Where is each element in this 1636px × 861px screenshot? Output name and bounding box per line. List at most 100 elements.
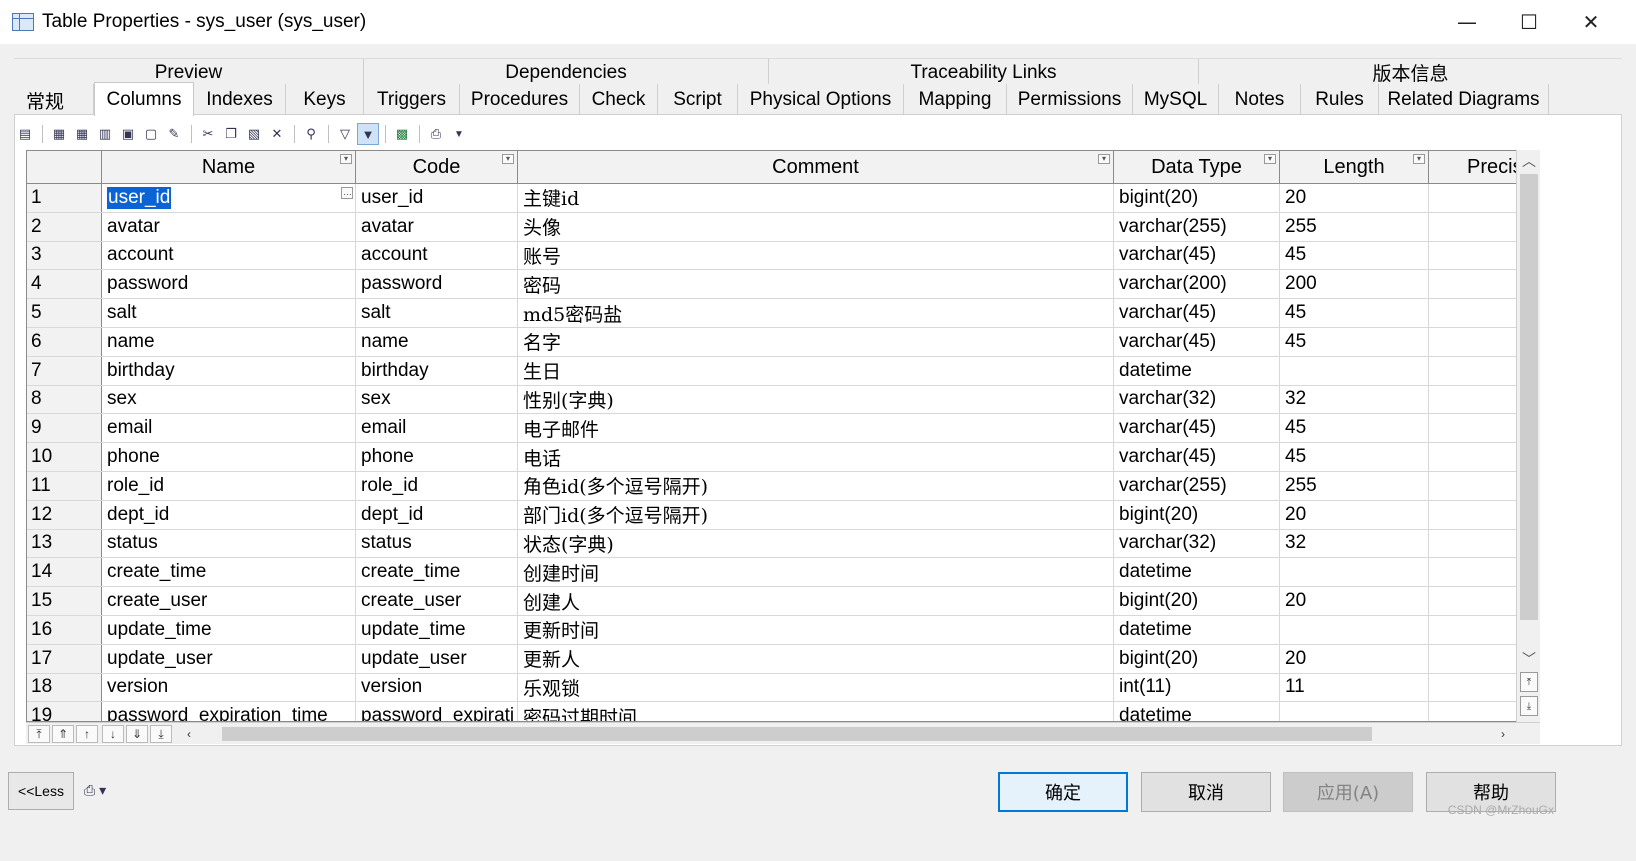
length-cell[interactable]: 45 <box>1280 443 1429 471</box>
horizontal-scroll-thumb[interactable] <box>222 727 1372 741</box>
tab-physical-options[interactable]: Physical Options <box>738 84 904 116</box>
tab-traceability-links[interactable]: Traceability Links <box>769 58 1199 86</box>
length-cell[interactable]: 255 <box>1280 471 1429 500</box>
ellipsis-edit-icon[interactable]: … <box>341 187 353 199</box>
table-row[interactable]: 18 version version 乐观锁 int(11) 11 <box>27 673 1539 703</box>
excel-export-icon[interactable]: ▩ <box>391 123 413 145</box>
table-row[interactable]: 17 update_user update_user 更新人 bigint(20) 20 <box>27 644 1539 674</box>
name-cell[interactable]: update_time <box>102 615 356 644</box>
name-cell[interactable]: avatar <box>102 212 356 241</box>
apply-button[interactable]: 应用(A) <box>1283 772 1413 812</box>
data-type-cell[interactable]: bigint(20) <box>1114 644 1280 673</box>
length-cell[interactable] <box>1280 558 1429 587</box>
data-type-cell[interactable]: datetime <box>1114 356 1280 385</box>
code-cell[interactable]: avatar <box>356 212 518 241</box>
name-cell[interactable]: status <box>102 529 356 558</box>
comment-cell[interactable]: 创建人 <box>518 587 1114 615</box>
data-type-cell[interactable]: varchar(45) <box>1114 327 1280 356</box>
length-cell[interactable]: 20 <box>1280 500 1429 529</box>
comment-cell[interactable]: 性别(字典) <box>518 385 1114 414</box>
code-cell[interactable]: salt <box>356 299 518 327</box>
comment-cell[interactable]: 更新人 <box>518 644 1114 673</box>
table-row[interactable]: 6 name name 名字 varchar(45) 45 <box>27 327 1539 357</box>
table-row[interactable]: 5 salt salt md5密码盐 varchar(45) 45 <box>27 299 1539 328</box>
filter-icon[interactable]: ▽ <box>334 123 356 145</box>
length-cell[interactable] <box>1280 702 1429 721</box>
tab-keys[interactable]: Keys <box>286 84 364 116</box>
comment-cell[interactable]: 角色id(多个逗号隔开) <box>518 471 1114 500</box>
cancel-button[interactable]: 取消 <box>1141 772 1271 812</box>
table-row[interactable]: 8 sex sex 性别(字典) varchar(32) 32 <box>27 385 1539 415</box>
length-cell[interactable]: 45 <box>1280 327 1429 356</box>
table-row[interactable]: 19 password_expiration_time password_expir… <box>27 702 1539 721</box>
code-cell[interactable]: version <box>356 673 518 702</box>
comment-cell[interactable]: 状态(字典) <box>518 529 1114 558</box>
code-cell[interactable]: email <box>356 414 518 443</box>
name-cell[interactable]: version <box>102 673 356 702</box>
move-top-icon[interactable]: ⤒ <box>1520 672 1538 692</box>
name-cell[interactable]: salt <box>102 299 356 327</box>
filter-dropdown-icon[interactable]: ▾ <box>1098 154 1110 164</box>
cut-icon[interactable]: ✂ <box>197 123 219 145</box>
table-row[interactable]: 1 user_id … user_id 主键id bigint(20) 20 <box>27 184 1539 213</box>
code-cell[interactable]: sex <box>356 385 518 414</box>
tab-indexes[interactable]: Indexes <box>194 84 286 116</box>
length-cell[interactable]: 20 <box>1280 184 1429 212</box>
tab-mysql[interactable]: MySQL <box>1133 84 1219 116</box>
filter-dropdown-icon[interactable]: ▾ <box>1264 154 1276 164</box>
tab-check[interactable]: Check <box>580 84 658 116</box>
print-icon[interactable]: ⎙ <box>425 123 447 145</box>
name-cell[interactable]: name <box>102 327 356 356</box>
tab-triggers[interactable]: Triggers <box>364 84 460 116</box>
scroll-right-icon[interactable]: › <box>1492 725 1514 743</box>
name-cell[interactable]: create_time <box>102 558 356 587</box>
tab-permissions[interactable]: Permissions <box>1007 84 1133 116</box>
scroll-down-icon[interactable]: ﹀ <box>1517 648 1541 670</box>
data-type-cell[interactable]: int(11) <box>1114 673 1280 702</box>
move-down-icon[interactable]: ↓ <box>102 725 124 743</box>
maximize-button[interactable]: ☐ <box>1498 0 1560 44</box>
code-cell[interactable]: user_id <box>356 184 518 212</box>
data-type-cell[interactable]: varchar(45) <box>1114 241 1280 270</box>
tab-general[interactable]: 常规 <box>14 84 94 116</box>
name-cell[interactable]: role_id <box>102 471 356 500</box>
comment-cell[interactable]: 主键id <box>518 184 1114 212</box>
comment-cell[interactable]: 电子邮件 <box>518 414 1114 443</box>
tab-script[interactable]: Script <box>658 84 738 116</box>
header-data-type[interactable]: Data Type ▾ <box>1114 151 1280 184</box>
comment-cell[interactable]: 乐观锁 <box>518 673 1114 702</box>
filter-dropdown-icon[interactable]: ▾ <box>502 154 514 164</box>
length-cell[interactable] <box>1280 356 1429 385</box>
tab-notes[interactable]: Notes <box>1219 84 1301 116</box>
name-cell[interactable]: phone <box>102 443 356 471</box>
comment-cell[interactable]: md5密码盐 <box>518 299 1114 327</box>
comment-cell[interactable]: 更新时间 <box>518 615 1114 644</box>
filter-dropdown-icon[interactable]: ▾ <box>340 154 352 164</box>
close-button[interactable]: ✕ <box>1560 0 1622 44</box>
code-cell[interactable]: password <box>356 270 518 299</box>
data-type-cell[interactable]: varchar(255) <box>1114 212 1280 241</box>
data-type-cell[interactable]: varchar(45) <box>1114 443 1280 471</box>
length-cell[interactable]: 45 <box>1280 241 1429 270</box>
move-up-icon[interactable]: ↑ <box>76 725 98 743</box>
length-cell[interactable]: 45 <box>1280 299 1429 327</box>
customize-columns-icon[interactable]: ▼ <box>357 123 379 145</box>
tab-mapping[interactable]: Mapping <box>904 84 1007 116</box>
comment-cell[interactable]: 电话 <box>518 443 1114 471</box>
table-row[interactable]: 4 password password 密码 varchar(200) 200 <box>27 270 1539 300</box>
length-cell[interactable]: 11 <box>1280 673 1429 702</box>
properties-icon[interactable]: ▤ <box>14 123 36 145</box>
header-comment[interactable]: Comment ▾ <box>518 151 1114 184</box>
name-cell[interactable]: account <box>102 241 356 270</box>
vertical-scroll-thumb[interactable] <box>1520 174 1538 620</box>
reuse-columns-icon[interactable]: ▣ <box>117 123 139 145</box>
table-row[interactable]: 2 avatar avatar 头像 varchar(255) 255 <box>27 212 1539 242</box>
comment-cell[interactable]: 创建时间 <box>518 558 1114 587</box>
move-to-bottom-icon[interactable]: ⤓ <box>150 725 172 743</box>
table-row[interactable]: 10 phone phone 电话 varchar(45) 45 <box>27 443 1539 472</box>
scroll-up-icon[interactable]: ︿ <box>1517 150 1541 172</box>
move-to-top-icon[interactable]: ⤒ <box>28 725 50 743</box>
find-icon[interactable]: ⚲ <box>300 123 322 145</box>
table-row[interactable]: 14 create_time create_time 创建时间 datetime <box>27 558 1539 588</box>
copy2-icon[interactable]: ❐ <box>220 123 242 145</box>
